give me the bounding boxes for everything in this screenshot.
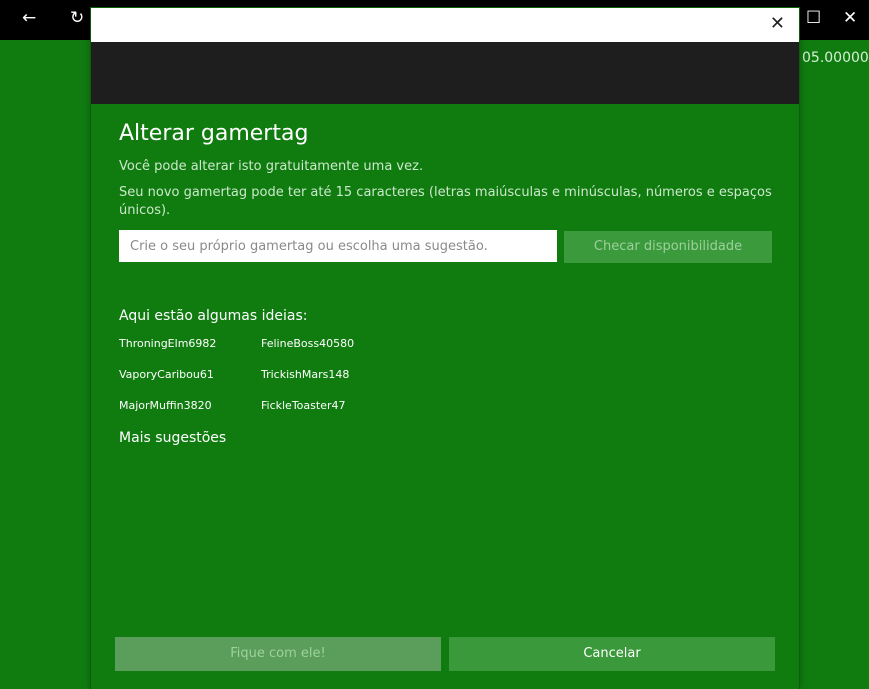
free-change-info: Você pode alterar isto gratuitamente uma… [119,159,424,174]
gamertag-rules-info: Seu novo gamertag pode ter até 15 caract… [119,185,772,218]
gamertag-input[interactable] [119,230,557,262]
background-value-text: 05.00000 [802,50,869,66]
ideas-row: MajorMuffin3820 FickleToaster47 [119,398,774,429]
suggestion-link[interactable]: FickleToaster47 [261,398,345,429]
suggestion-link[interactable]: ThroningElm6982 [119,336,261,367]
dialog-title: Alterar gamertag [119,121,309,146]
refresh-icon[interactable]: ↻ [70,8,84,28]
suggestion-link[interactable]: VaporyCaribou61 [119,367,261,398]
maximize-icon[interactable]: ☐ [806,8,821,28]
dialog-close-icon[interactable]: ✕ [770,14,785,34]
close-icon[interactable]: ✕ [843,8,857,28]
dialog-content: Alterar gamertag Você pode alterar isto … [119,118,774,447]
suggestion-link[interactable]: MajorMuffin3820 [119,398,261,429]
ideas-list: ThroningElm6982 FelineBoss40580 VaporyCa… [119,336,774,429]
gamertag-input-row: Checar disponibilidade [119,230,774,264]
ideas-heading: Aqui estão algumas ideias: [119,308,308,324]
cancel-button[interactable]: Cancelar [449,637,775,671]
dialog-footer: Fique com ele! Cancelar [115,637,775,671]
check-availability-button[interactable]: Checar disponibilidade [564,231,772,263]
suggestion-link[interactable]: FelineBoss40580 [261,336,354,367]
change-gamertag-dialog: ✕ Alterar gamertag Você pode alterar ist… [91,8,799,689]
dialog-titlebar: ✕ [91,8,799,42]
more-suggestions-link[interactable]: Mais sugestões [119,429,774,447]
ideas-row: VaporyCaribou61 TrickishMars148 [119,367,774,398]
dialog-header-banner [91,42,799,104]
suggestion-link[interactable]: TrickishMars148 [261,367,349,398]
keep-it-button[interactable]: Fique com ele! [115,637,441,671]
back-icon[interactable]: ← [22,8,36,28]
ideas-row: ThroningElm6982 FelineBoss40580 [119,336,774,367]
